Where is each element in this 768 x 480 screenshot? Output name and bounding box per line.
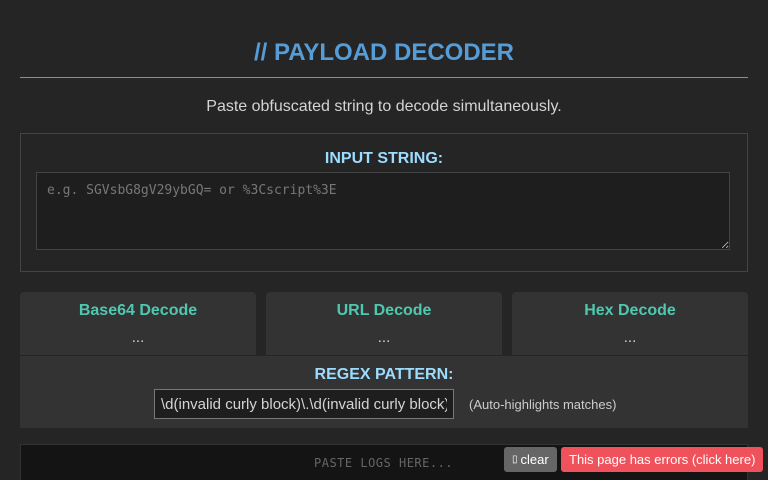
base64-decode-output: ...	[131, 329, 145, 346]
regex-hint: (Auto-highlights matches)	[469, 397, 617, 412]
page-subtitle: Paste obfuscated string to decode simult…	[206, 98, 562, 115]
base64-decode-title: Base64 Decode	[78, 302, 198, 319]
trash-icon: ▯	[512, 454, 518, 465]
hex-decode-card: Hex Decode ...	[512, 292, 748, 355]
url-decode-card: URL Decode ...	[266, 292, 502, 355]
page-errors-button[interactable]: This page has errors (click here)	[561, 447, 764, 472]
input-label: INPUT STRING:	[324, 150, 444, 167]
input-string-textarea[interactable]	[36, 172, 730, 250]
page-title: // PAYLOAD DECODER	[253, 39, 515, 66]
regex-panel: REGEX PATTERN: (Auto-highlights matches)	[20, 356, 748, 428]
log-placeholder: PASTE LOGS HERE...	[314, 456, 454, 470]
clear-button[interactable]: ▯ clear	[504, 447, 557, 472]
hex-decode-output: ...	[623, 329, 637, 346]
title-divider	[20, 77, 748, 78]
input-panel: INPUT STRING:	[20, 133, 748, 272]
url-decode-output: ...	[377, 329, 391, 346]
url-decode-title: URL Decode	[336, 302, 432, 319]
regex-label: REGEX PATTERN:	[314, 366, 454, 383]
clear-label: clear	[520, 452, 549, 467]
regex-pattern-input[interactable]	[154, 389, 454, 419]
decoder-page: // PAYLOAD DECODER Paste obfuscated stri…	[0, 0, 768, 480]
base64-decode-card: Base64 Decode ...	[20, 292, 256, 355]
hex-decode-title: Hex Decode	[584, 302, 676, 319]
